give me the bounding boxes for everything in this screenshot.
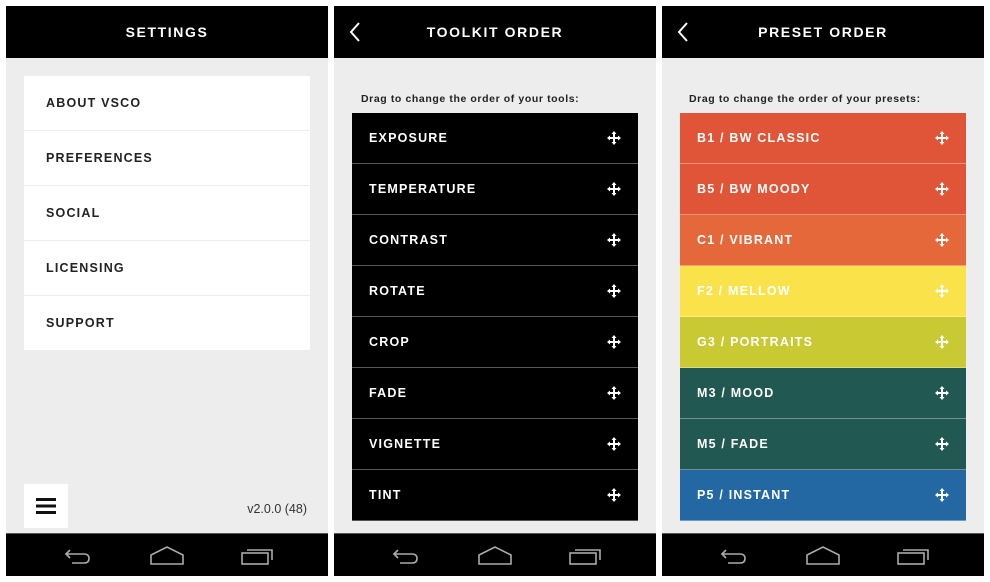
recent-apps-icon[interactable] xyxy=(893,542,933,568)
tool-item[interactable]: TINT xyxy=(352,470,638,521)
move-arrows-icon[interactable] xyxy=(935,488,949,502)
item-label: F2 / MELLOW xyxy=(697,284,791,298)
tool-item[interactable]: TEMPERATURE xyxy=(352,164,638,215)
instruction-text: Drag to change the order of your tools: xyxy=(361,93,580,105)
move-arrows-icon[interactable] xyxy=(935,386,949,400)
recent-apps-icon[interactable] xyxy=(237,542,277,568)
item-label: M3 / MOOD xyxy=(697,386,775,400)
settings-item-social[interactable]: SOCIAL xyxy=(24,186,310,241)
item-label: P5 / INSTANT xyxy=(697,488,791,502)
move-arrows-icon[interactable] xyxy=(607,182,621,196)
system-nav-bar xyxy=(334,533,656,576)
move-arrows-icon[interactable] xyxy=(935,335,949,349)
preset-item[interactable]: M5 / FADE xyxy=(680,419,966,470)
system-nav-bar xyxy=(662,533,984,576)
item-label: VIGNETTE xyxy=(369,437,442,451)
toolkit-content: Drag to change the order of your tools: … xyxy=(334,58,656,534)
move-arrows-icon[interactable] xyxy=(607,437,621,451)
home-icon[interactable] xyxy=(475,542,515,568)
move-arrows-icon[interactable] xyxy=(607,284,621,298)
settings-item-about-vsco[interactable]: ABOUT VSCO xyxy=(24,76,310,131)
preset-item[interactable]: F2 / MELLOW xyxy=(680,266,966,317)
preset-item[interactable]: P5 / INSTANT xyxy=(680,470,966,521)
page-title: SETTINGS xyxy=(125,24,209,40)
hamburger-menu-icon xyxy=(36,498,56,514)
move-arrows-icon[interactable] xyxy=(607,488,621,502)
page-title: PRESET ORDER xyxy=(758,24,888,40)
item-label: ROTATE xyxy=(369,284,426,298)
item-label: M5 / FADE xyxy=(697,437,769,451)
preset-item[interactable]: B5 / BW MOODY xyxy=(680,164,966,215)
system-nav-bar xyxy=(6,533,328,576)
back-icon[interactable] xyxy=(386,542,426,568)
top-bar: SETTINGS xyxy=(6,6,328,58)
preset-item[interactable]: B1 / BW CLASSIC xyxy=(680,113,966,164)
item-label: TEMPERATURE xyxy=(369,182,477,196)
move-arrows-icon[interactable] xyxy=(607,386,621,400)
move-arrows-icon[interactable] xyxy=(935,437,949,451)
item-label: C1 / VIBRANT xyxy=(697,233,794,247)
instruction-text: Drag to change the order of your presets… xyxy=(689,93,921,105)
settings-screen: SETTINGS ABOUT VSCO PREFERENCES SOCIAL L… xyxy=(6,6,328,576)
toolkit-order-screen: TOOLKIT ORDER Drag to change the order o… xyxy=(334,6,656,576)
preset-list: B1 / BW CLASSIC B5 / BW MOODY C1 / VIBRANT… xyxy=(680,113,966,534)
move-arrows-icon[interactable] xyxy=(935,284,949,298)
presets-content: Drag to change the order of your presets… xyxy=(662,58,984,534)
item-label: G3 / PORTRAITS xyxy=(697,335,814,349)
home-icon[interactable] xyxy=(147,542,187,568)
settings-content: ABOUT VSCO PREFERENCES SOCIAL LICENSING … xyxy=(6,58,328,534)
tool-item[interactable]: CONTRAST xyxy=(352,215,638,266)
move-arrows-icon[interactable] xyxy=(607,335,621,349)
tool-item[interactable]: EXPOSURE xyxy=(352,113,638,164)
move-arrows-icon[interactable] xyxy=(607,233,621,247)
tool-item[interactable]: VIGNETTE xyxy=(352,419,638,470)
settings-item-preferences[interactable]: PREFERENCES xyxy=(24,131,310,186)
item-label: CROP xyxy=(369,335,410,349)
recent-apps-icon[interactable] xyxy=(565,542,605,568)
top-bar: TOOLKIT ORDER xyxy=(334,6,656,58)
preset-order-screen: PRESET ORDER Drag to change the order of… xyxy=(662,6,984,576)
page-title: TOOLKIT ORDER xyxy=(426,24,564,40)
menu-button[interactable] xyxy=(24,484,68,528)
item-label: FADE xyxy=(369,386,408,400)
move-arrows-icon[interactable] xyxy=(935,233,949,247)
back-icon[interactable] xyxy=(58,542,98,568)
preset-item[interactable]: G3 / PORTRAITS xyxy=(680,317,966,368)
settings-list: ABOUT VSCO PREFERENCES SOCIAL LICENSING … xyxy=(24,76,310,350)
toolkit-list: EXPOSURE TEMPERATURE CONTRAST ROTATE CROP FAD… xyxy=(352,113,638,534)
item-label: CONTRAST xyxy=(369,233,449,247)
home-icon[interactable] xyxy=(803,542,843,568)
move-arrows-icon[interactable] xyxy=(607,131,621,145)
back-icon[interactable] xyxy=(714,542,754,568)
preset-item[interactable]: M3 / MOOD xyxy=(680,368,966,419)
item-label: B5 / BW MOODY xyxy=(697,182,811,196)
tool-item[interactable]: ROTATE xyxy=(352,266,638,317)
move-arrows-icon[interactable] xyxy=(935,131,949,145)
version-label: v2.0.0 (48) xyxy=(247,502,307,516)
tool-item[interactable]: FADE xyxy=(352,368,638,419)
move-arrows-icon[interactable] xyxy=(935,182,949,196)
item-label: B1 / BW CLASSIC xyxy=(697,131,821,145)
item-label: TINT xyxy=(369,488,402,502)
tool-item[interactable]: CROP xyxy=(352,317,638,368)
item-label: EXPOSURE xyxy=(369,131,449,145)
preset-item[interactable]: C1 / VIBRANT xyxy=(680,215,966,266)
top-bar: PRESET ORDER xyxy=(662,6,984,58)
settings-item-licensing[interactable]: LICENSING xyxy=(24,241,310,296)
settings-item-support[interactable]: SUPPORT xyxy=(24,296,310,350)
